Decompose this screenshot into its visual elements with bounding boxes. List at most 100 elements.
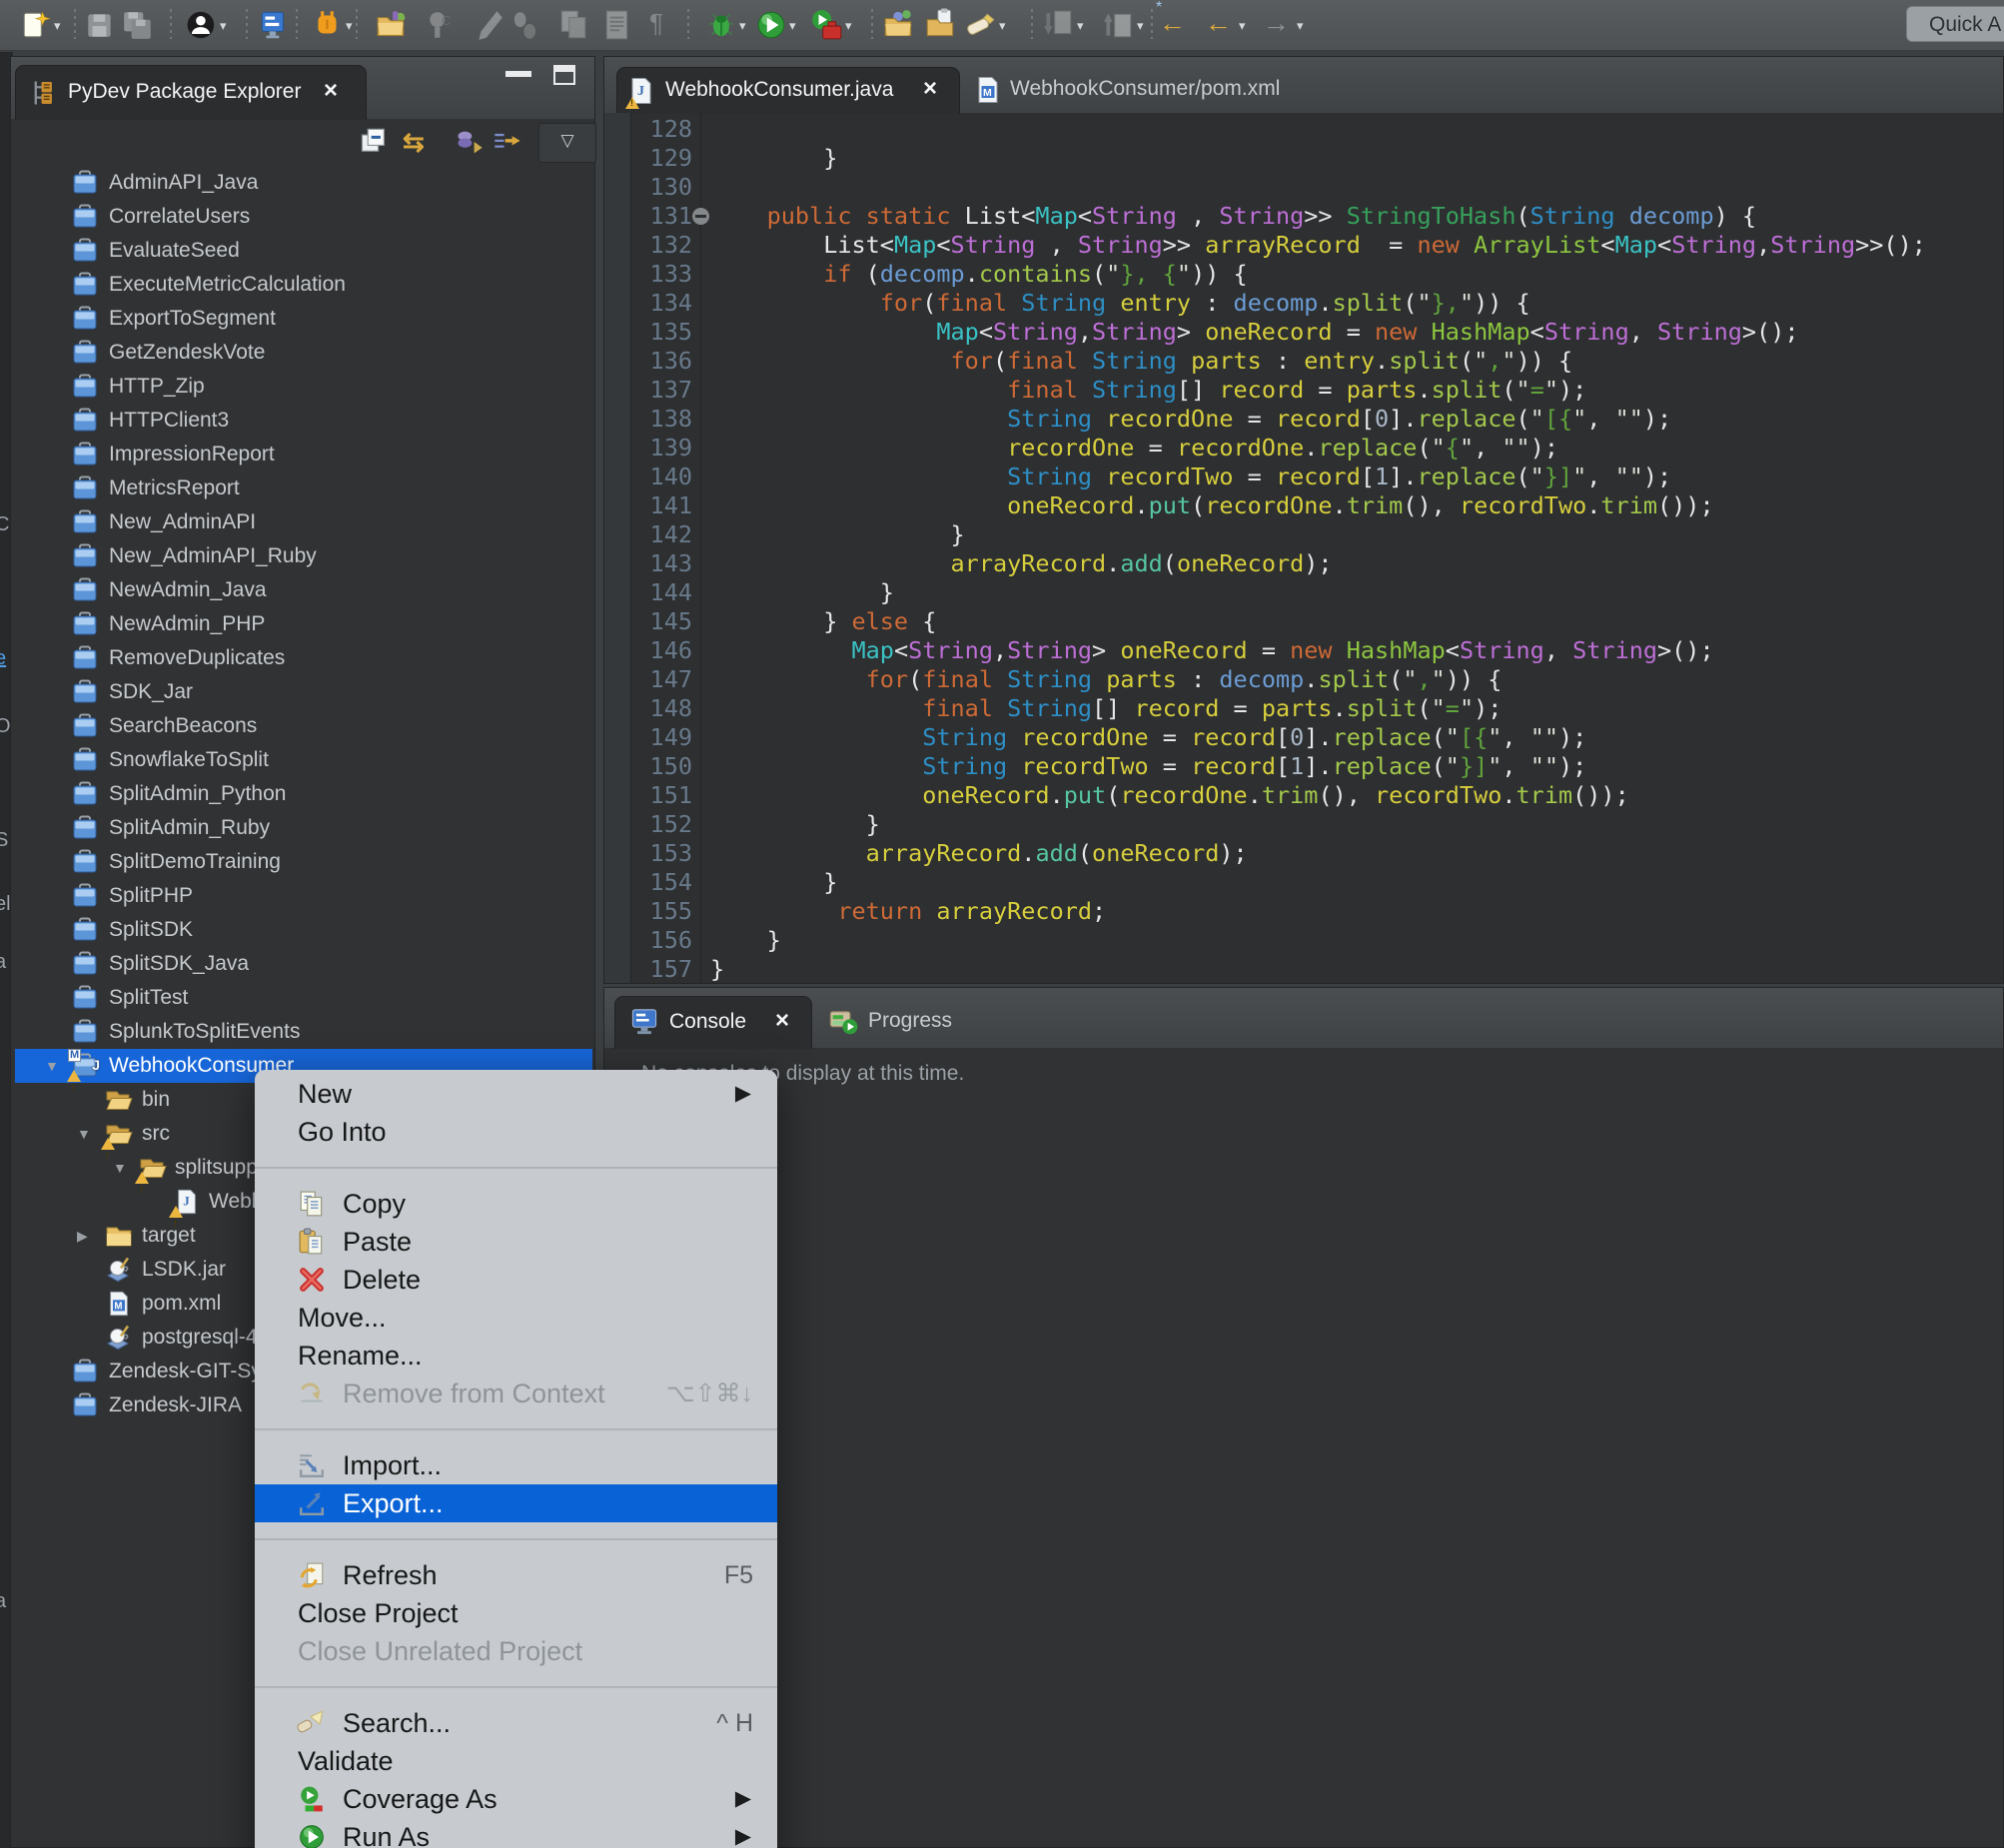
tab-webhookconsumer-pom-xml[interactable]: MWebhookConsumer/pom.xml [970, 67, 1310, 113]
code-line[interactable]: 147 for(final String parts : decomp.spli… [604, 665, 2004, 694]
collapse-all-icon[interactable] [359, 127, 389, 157]
tree-item-correlateusers[interactable]: CorrelateUsers [15, 200, 592, 234]
view-menu-icon[interactable]: ▽ [552, 126, 582, 156]
menu-item-paste[interactable]: Paste [255, 1223, 777, 1261]
tree-item-metricsreport[interactable]: MetricsReport [15, 471, 592, 505]
code-line[interactable]: 146 Map<String,String> oneRecord = new H… [604, 636, 2004, 665]
forward-arrow-dropdown-icon[interactable]: ▾ [1297, 18, 1304, 34]
menu-item-refresh[interactable]: RefreshF5 [255, 1556, 777, 1594]
quick-access-input[interactable]: Quick A [1906, 6, 2004, 42]
tree-item-adminapi-java[interactable]: AdminAPI_Java [15, 166, 592, 200]
tree-item-splitdemotraining[interactable]: SplitDemoTraining [15, 845, 592, 879]
code-line[interactable]: 140 String recordTwo = record[1].replace… [604, 462, 2004, 491]
code-line[interactable]: 136 for(final String parts : entry.split… [604, 347, 2004, 376]
tab-webhookconsumer-java[interactable]: J!WebhookConsumer.java× [616, 67, 960, 114]
tree-item-splitsdk[interactable]: SplitSDK [15, 913, 592, 947]
new-wizard-dropdown-icon[interactable]: ▾ [54, 18, 61, 34]
marker-pen-dropdown-icon[interactable]: ▾ [999, 18, 1006, 34]
tree-item-getzendeskvote[interactable]: GetZendeskVote [15, 336, 592, 370]
tree-item-httpclient3[interactable]: HTTPClient3 [15, 404, 592, 438]
code-line[interactable]: 145 } else { [604, 607, 2004, 636]
code-line[interactable]: 129 } [604, 144, 2004, 173]
bug-orange-icon[interactable] [312, 8, 344, 42]
menu-item-export[interactable]: Export... [255, 1484, 777, 1522]
upload-doc-icon[interactable] [1103, 8, 1135, 42]
menu-item-move[interactable]: Move... [255, 1299, 777, 1337]
chevron-expanded-icon[interactable]: ▼ [113, 1151, 127, 1185]
code-line[interactable]: 128 [604, 115, 2004, 144]
save-all-icon[interactable] [122, 8, 154, 42]
tree-item-newadmin-php[interactable]: NewAdmin_PHP [15, 607, 592, 641]
debug-beetle-dropdown-icon[interactable]: ▾ [739, 18, 746, 34]
tree-item-new-adminapi-ruby[interactable]: New_AdminAPI_Ruby [15, 539, 592, 573]
code-line[interactable]: 153 arrayRecord.add(oneRecord); [604, 839, 2004, 868]
tree-item-searchbeacons[interactable]: SearchBeacons [15, 709, 592, 743]
code-line[interactable]: 138 String recordOne = record[0].replace… [604, 405, 2004, 434]
copy-doc-icon[interactable] [557, 8, 589, 42]
team-sync-icon[interactable]: C [426, 8, 458, 42]
menu-item-validate[interactable]: Validate [255, 1742, 777, 1780]
menu-item-coverage-as[interactable]: Coverage As▶ [255, 1780, 777, 1818]
pilcrow-icon[interactable]: ¶ [649, 8, 681, 42]
code-line[interactable]: 155 return arrayRecord; [604, 897, 2004, 926]
upload-doc-dropdown-icon[interactable]: ▾ [1137, 18, 1144, 34]
tree-item-splunktosplitevents[interactable]: SplunkToSplitEvents [15, 1015, 592, 1049]
tree-item-evaluateseed[interactable]: EvaluateSeed [15, 234, 592, 268]
code-line[interactable]: 133 if (decomp.contains("}, {")) { [604, 260, 2004, 289]
code-line[interactable]: 148 final String[] record = parts.split(… [604, 694, 2004, 723]
menu-item-search[interactable]: Search...^ H [255, 1704, 777, 1742]
code-line[interactable]: 154 } [604, 868, 2004, 897]
tree-item-removeduplicates[interactable]: RemoveDuplicates [15, 641, 592, 675]
close-icon[interactable]: × [923, 75, 937, 103]
code-line[interactable]: 143 arrayRecord.add(oneRecord); [604, 549, 2004, 578]
chevron-expanded-icon[interactable]: ▼ [45, 1049, 59, 1083]
code-line[interactable]: 139 recordOne = recordOne.replace("{", "… [604, 434, 2004, 462]
close-icon[interactable]: × [775, 1007, 789, 1035]
run-green-dropdown-icon[interactable]: ▾ [789, 18, 796, 34]
code-line[interactable]: 151 oneRecord.put(recordOne.trim(), reco… [604, 781, 2004, 810]
chevron-collapsed-icon[interactable]: ▶ [77, 1219, 88, 1253]
code-line[interactable]: 157} [604, 955, 2004, 984]
run-green-icon[interactable] [755, 8, 787, 42]
menu-item-copy[interactable]: Copy [255, 1185, 777, 1223]
maximize-button[interactable] [553, 65, 575, 85]
folder-clipboard-icon[interactable] [925, 8, 957, 42]
menu-item-rename[interactable]: Rename... [255, 1337, 777, 1375]
code-line[interactable]: 132 List<Map<String , String>> arrayReco… [604, 231, 2004, 260]
chevron-expanded-icon[interactable]: ▼ [77, 1117, 91, 1151]
tab-pydev-package-explorer[interactable]: PyDev Package Explorer × [15, 65, 367, 120]
forward-arrow-icon[interactable]: → [1263, 8, 1295, 42]
run-external-icon[interactable] [811, 8, 843, 42]
console-view-icon[interactable] [258, 8, 290, 42]
menu-item-new[interactable]: New▶ [255, 1075, 777, 1113]
user-profile-icon[interactable] [186, 8, 218, 42]
debug-beetle-icon[interactable] [705, 8, 737, 42]
bugs-icon[interactable] [509, 8, 541, 42]
tree-item-impressionreport[interactable]: ImpressionReport [15, 438, 592, 471]
focus-task-icon[interactable] [493, 127, 522, 157]
back-arrow-icon[interactable]: ← [1205, 8, 1237, 42]
tree-item-http-zip[interactable]: HTTP_Zip [15, 370, 592, 404]
tree-item-sdk-jar[interactable]: SDK_Jar [15, 675, 592, 709]
code-line[interactable]: 130 [604, 173, 2004, 202]
menu-item-run-as[interactable]: Run As▶ [255, 1818, 777, 1848]
tree-item-snowflaketosplit[interactable]: SnowflakeToSplit [15, 743, 592, 777]
save-icon[interactable] [84, 8, 116, 42]
tab-console[interactable]: Console× [614, 996, 812, 1049]
download-doc-dropdown-icon[interactable]: ▾ [1077, 18, 1084, 34]
tree-item-executemetriccalculation[interactable]: ExecuteMetricCalculation [15, 268, 592, 302]
folder-perspective-icon[interactable] [883, 8, 915, 42]
pencil-icon[interactable] [474, 8, 505, 42]
tree-item-splitsdk-java[interactable]: SplitSDK_Java [15, 947, 592, 981]
view-menu-box[interactable]: ▽ [538, 123, 596, 163]
menu-item-delete[interactable]: Delete [255, 1261, 777, 1299]
new-wizard-icon[interactable] [20, 8, 52, 42]
code-line[interactable]: 144 } [604, 578, 2004, 607]
back-arrow-dropdown-icon[interactable]: ▾ [1239, 18, 1246, 34]
tree-item-new-adminapi[interactable]: New_AdminAPI [15, 505, 592, 539]
tree-item-newadmin-java[interactable]: NewAdmin_Java [15, 573, 592, 607]
tree-item-exporttosegment[interactable]: ExportToSegment [15, 302, 592, 336]
open-import-icon[interactable] [376, 8, 408, 42]
code-line[interactable]: 131 public static List<Map<String , Stri… [604, 202, 2004, 231]
tree-item-splitadmin-python[interactable]: SplitAdmin_Python [15, 777, 592, 811]
